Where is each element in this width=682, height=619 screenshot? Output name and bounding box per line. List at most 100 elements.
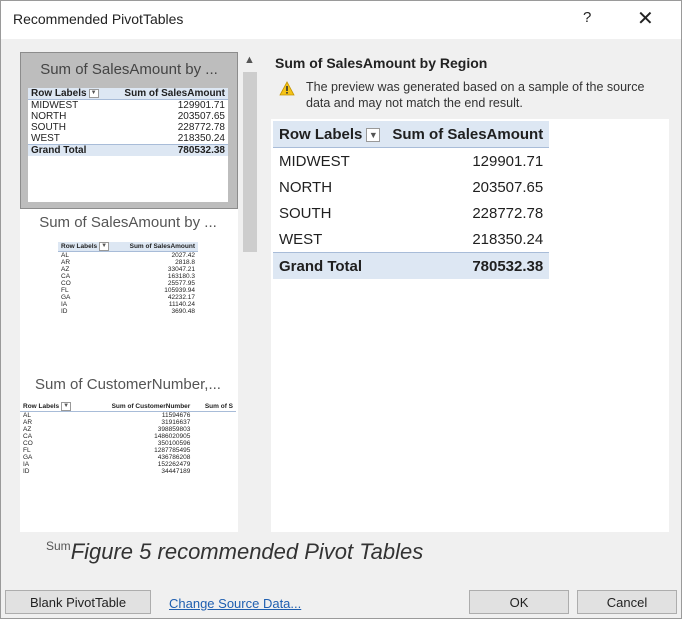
- dialog-title: Recommended PivotTables: [13, 11, 184, 27]
- filter-dropdown-icon: ▼: [99, 242, 110, 251]
- column-header: Sum of SalesAmount: [386, 121, 550, 148]
- preview-title: Sum of SalesAmount by Region: [275, 55, 488, 71]
- scrollbar-thumb[interactable]: [243, 72, 257, 252]
- column-header: Row Labels: [23, 403, 60, 411]
- table-header-row: Row Labels ▼ Sum of CustomerNumber Sum of…: [20, 402, 236, 412]
- row-label: AR: [61, 259, 71, 266]
- column-header: Sum of SalesAmount: [118, 242, 198, 252]
- thumbnail-title: Sum of SalesAmount by ...: [40, 61, 218, 78]
- row-value: 42232.17: [167, 294, 195, 301]
- thumbnail-sheet: Row Labels ▼ Sum of SalesAmount AL 2027.42…: [58, 242, 198, 370]
- grand-total-row: Grand Total 780532.38: [28, 144, 228, 156]
- row-value: 780532.38: [386, 252, 550, 279]
- row-value: 780532.38: [109, 144, 228, 156]
- row-label: SOUTH: [31, 122, 66, 133]
- table-row: AR 2818.8: [58, 259, 198, 266]
- row-value: 34447189: [161, 468, 191, 475]
- column-header: Sum of SalesAmount: [109, 88, 228, 100]
- pivot-thumbnail[interactable]: Sum of SalesAmount by ... Row Labels ▼ Su…: [20, 212, 236, 372]
- row-label: ID: [23, 468, 30, 475]
- change-source-data-link[interactable]: Change Source Data...: [169, 596, 301, 611]
- row-label: NORTH: [31, 111, 67, 122]
- cancel-button[interactable]: Cancel: [577, 590, 677, 614]
- row-label: GA: [23, 454, 33, 461]
- thumbnail-title: Sum of SalesAmount by ...: [39, 214, 217, 231]
- table-header-row: Row Labels ▼ Sum of SalesAmount: [273, 121, 550, 148]
- column-header: Sum of CustomerNumber: [87, 402, 194, 412]
- row-label: CA: [23, 433, 33, 440]
- scroll-up-icon[interactable]: ▲: [244, 54, 255, 66]
- table-row: SOUTH 228772.78: [28, 122, 228, 133]
- table-header-row: Row Labels ▼ Sum of SalesAmount: [28, 88, 228, 100]
- row-value: 1287785495: [154, 447, 191, 454]
- filter-dropdown-icon: ▼: [366, 127, 381, 142]
- row-value: 25577.95: [167, 280, 195, 287]
- row-value: 11140.24: [168, 301, 195, 308]
- row-value: 228772.78: [177, 122, 225, 133]
- pivot-thumbnail-list[interactable]: Sum of SalesAmount by ... Row Labels ▼ Su…: [20, 52, 238, 532]
- table-row: WEST 218350.24: [28, 133, 228, 145]
- row-value: 31916637: [161, 419, 191, 426]
- row-label: FL: [61, 287, 69, 294]
- table-row: AZ 33047.21: [58, 266, 198, 273]
- row-label: AZ: [23, 426, 32, 433]
- table-row: FL 1287785495: [20, 447, 236, 454]
- recommended-pivottables-dialog: Recommended PivotTables ? ✕ Sum of Sales…: [0, 0, 682, 619]
- row-label: MIDWEST: [279, 152, 350, 170]
- row-label: MIDWEST: [31, 100, 79, 111]
- row-value: 350100596: [157, 440, 191, 447]
- row-value: 203507.65: [472, 178, 544, 196]
- table-row: GA 42232.17: [58, 294, 198, 301]
- row-value: 105939.94: [164, 287, 195, 294]
- row-value: 218350.24: [472, 230, 544, 248]
- filter-dropdown-icon: ▼: [88, 88, 99, 98]
- help-button[interactable]: ?: [583, 9, 591, 26]
- figure-caption: SumFigure 5 recommended Pivot Tables: [46, 539, 423, 565]
- grand-total-row: Grand Total 780532.38: [273, 252, 550, 279]
- row-label: SOUTH: [279, 204, 332, 222]
- pivot-thumbnail-selected[interactable]: Sum of SalesAmount by ... Row Labels ▼ Su…: [20, 52, 238, 209]
- thumbnail-title: Sum of CustomerNumber,...: [35, 376, 221, 393]
- row-label: CO: [23, 440, 33, 447]
- row-label: IA: [23, 461, 30, 468]
- row-label: AL: [61, 252, 69, 259]
- column-header: Row Labels: [31, 88, 87, 99]
- title-bar: Recommended PivotTables ? ✕: [1, 1, 681, 39]
- table-row: ID 34447189: [20, 468, 236, 475]
- blank-pivottable-button[interactable]: Blank PivotTable: [5, 590, 151, 614]
- thumbnail-scrollbar[interactable]: ▲: [241, 52, 259, 532]
- row-value: 228772.78: [472, 204, 544, 222]
- row-value: 436786208: [157, 454, 191, 461]
- row-label: WEST: [279, 230, 323, 248]
- table-row: AL 2027.42: [58, 252, 198, 259]
- row-value: 152262479: [157, 461, 191, 468]
- thumbnail-table: Row Labels ▼ Sum of CustomerNumber Sum of…: [20, 402, 236, 475]
- close-button[interactable]: ✕: [637, 6, 654, 31]
- table-row: CA 1486020905: [20, 433, 236, 440]
- table-row: CO 25577.95: [58, 280, 198, 287]
- filter-dropdown-icon: ▼: [61, 402, 72, 411]
- pivot-preview-table: Row Labels ▼ Sum of SalesAmount MIDWEST 12…: [273, 121, 550, 279]
- caption-prefix: Sum: [46, 539, 71, 553]
- row-label: WEST: [31, 133, 60, 144]
- row-value: 1486020905: [154, 433, 191, 440]
- row-value: 2818.8: [175, 259, 195, 266]
- row-label: CO: [61, 280, 71, 287]
- table-row: SOUTH 228772.78: [273, 200, 549, 226]
- table-row: CA 163180.3: [58, 273, 198, 280]
- table-row: FL 105939.94: [58, 287, 198, 294]
- column-header: Row Labels: [279, 125, 363, 143]
- row-value: 129901.71: [472, 152, 544, 170]
- pivot-thumbnail[interactable]: Sum of CustomerNumber,... Row Labels ▼ Su…: [20, 372, 236, 532]
- row-label: AZ: [61, 266, 70, 273]
- table-row: NORTH 203507.65: [273, 174, 549, 200]
- row-label: AR: [23, 419, 33, 426]
- ok-button[interactable]: OK: [469, 590, 569, 614]
- row-label: Grand Total: [28, 144, 110, 156]
- warning-icon: [279, 81, 295, 96]
- row-value: 218350.24: [177, 133, 225, 144]
- row-label: Grand Total: [273, 252, 387, 279]
- thumbnail-table: Row Labels ▼ Sum of SalesAmount MIDWEST 12…: [28, 88, 228, 156]
- row-label: ID: [61, 308, 68, 315]
- table-row: AL 11594676: [20, 412, 236, 419]
